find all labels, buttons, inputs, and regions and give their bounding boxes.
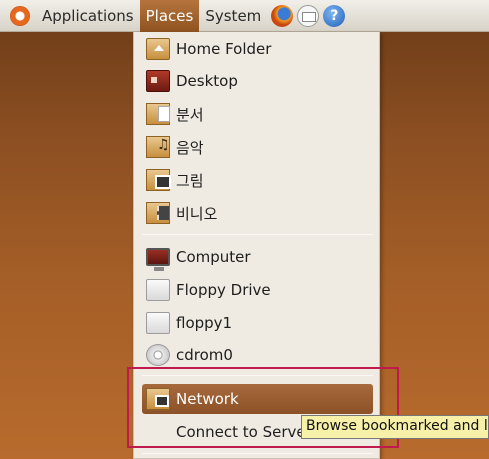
pictures-folder-icon	[146, 169, 171, 191]
menu-item-documents[interactable]: 분서	[142, 99, 373, 129]
help-icon[interactable]: ?	[323, 4, 346, 27]
menu-item-label: cdrom0	[176, 346, 233, 364]
menu-item-label: Floppy Drive	[176, 281, 271, 299]
music-folder-icon	[146, 136, 170, 158]
applications-menu[interactable]: Applications	[36, 0, 140, 32]
menu-item-desktop[interactable]: Desktop	[142, 66, 373, 96]
menu-item-label: 그림	[176, 171, 204, 190]
menu-item-label: Home Folder	[176, 40, 272, 58]
menu-item-cdrom0[interactable]: cdrom0	[142, 340, 373, 370]
menu-item-videos[interactable]: 비니오	[142, 198, 373, 228]
videos-folder-icon	[146, 202, 170, 224]
menu-item-label: floppy1	[176, 314, 233, 332]
cdrom-icon	[146, 344, 170, 366]
computer-icon	[146, 248, 170, 271]
menu-item-label: 음악	[176, 138, 204, 157]
ubuntu-logo-icon[interactable]	[10, 5, 30, 26]
menu-separator	[142, 234, 373, 235]
tooltip: Browse bookmarked and l	[301, 415, 489, 439]
desktop-icon	[146, 70, 170, 92]
places-menu[interactable]: Places	[139, 0, 200, 32]
menu-separator	[142, 453, 373, 454]
menu-item-computer[interactable]: Computer	[142, 242, 373, 272]
system-menu[interactable]: System	[199, 0, 267, 32]
menu-item-home-folder[interactable]: Home Folder	[142, 34, 373, 64]
top-panel: Applications Places System ?	[0, 0, 489, 32]
mail-launcher-icon[interactable]	[297, 4, 320, 27]
menu-item-floppy-drive[interactable]: Floppy Drive	[142, 275, 373, 305]
menu-item-label: Desktop	[176, 72, 238, 90]
menu-item-label: Computer	[176, 248, 251, 266]
home-folder-icon	[146, 38, 170, 60]
menu-item-label: 분서	[176, 105, 204, 124]
floppy-icon	[146, 312, 170, 334]
menu-item-label: 비니오	[176, 204, 218, 223]
floppy-icon	[146, 279, 170, 301]
menu-item-pictures[interactable]: 그림	[142, 165, 373, 195]
menu-item-music[interactable]: 음악	[142, 132, 373, 162]
menu-item-floppy1[interactable]: floppy1	[142, 308, 373, 338]
documents-folder-icon	[146, 103, 170, 125]
firefox-launcher-icon[interactable]	[271, 4, 294, 27]
